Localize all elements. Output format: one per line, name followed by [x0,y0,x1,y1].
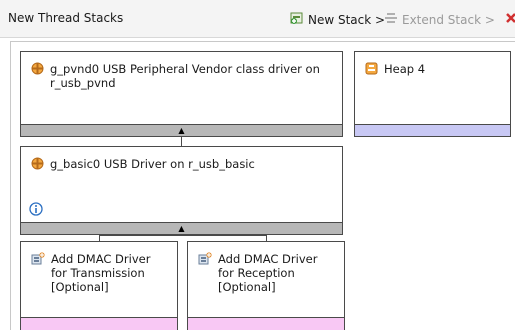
stack-strip[interactable]: ▲ [21,222,342,234]
stack-card-pvnd[interactable]: g_pvnd0 USB Peripheral Vendor class driv… [20,51,343,137]
panel-title: New Thread Stacks [8,11,124,25]
stack-card-basic[interactable]: g_basic0 USB Driver on r_usb_basic ▲ [20,146,343,235]
remove-icon [506,11,515,28]
stack-strip[interactable] [21,317,177,330]
stack-strip[interactable] [188,317,344,330]
expand-up-icon[interactable]: ▲ [178,224,184,234]
stacks-toolbar: New Thread Stacks New Stack > Extend Sta… [0,0,515,38]
extend-stack-icon [384,11,398,28]
connector-line [99,235,266,236]
stack-label-dmac-tx: Add DMAC Driver for Transmission [Option… [51,252,151,294]
heap-icon [365,62,378,78]
module-icon [31,157,44,173]
extend-stack-label: Extend Stack > [402,12,495,27]
module-icon [31,62,44,90]
stack-strip[interactable]: ▲ [21,124,342,136]
add-module-icon [198,252,212,294]
remove-stack-button[interactable] [506,11,515,28]
stacks-canvas: g_pvnd0 USB Peripheral Vendor class driv… [10,41,515,330]
new-stack-icon [290,11,304,28]
stack-card-dmac-rx[interactable]: Add DMAC Driver for Reception [Optional] [187,241,345,330]
new-stack-label: New Stack > [308,12,386,27]
stack-label-dmac-rx: Add DMAC Driver for Reception [Optional] [218,252,318,294]
extend-stack-button[interactable]: Extend Stack > [384,11,495,28]
stack-label-heap: Heap 4 [384,62,426,76]
add-module-icon [31,252,45,294]
stack-label-basic: g_basic0 USB Driver on r_usb_basic [50,157,255,171]
stack-card-dmac-tx[interactable]: Add DMAC Driver for Transmission [Option… [20,241,178,330]
stack-label-pvnd: g_pvnd0 USB Peripheral Vendor class driv… [50,62,320,90]
new-stack-button[interactable]: New Stack > [290,11,385,28]
expand-up-icon[interactable]: ▲ [178,126,184,136]
stack-card-heap[interactable]: Heap 4 [354,51,511,137]
stack-strip[interactable] [355,124,510,136]
info-icon[interactable] [29,202,43,219]
connector-line [181,137,182,146]
